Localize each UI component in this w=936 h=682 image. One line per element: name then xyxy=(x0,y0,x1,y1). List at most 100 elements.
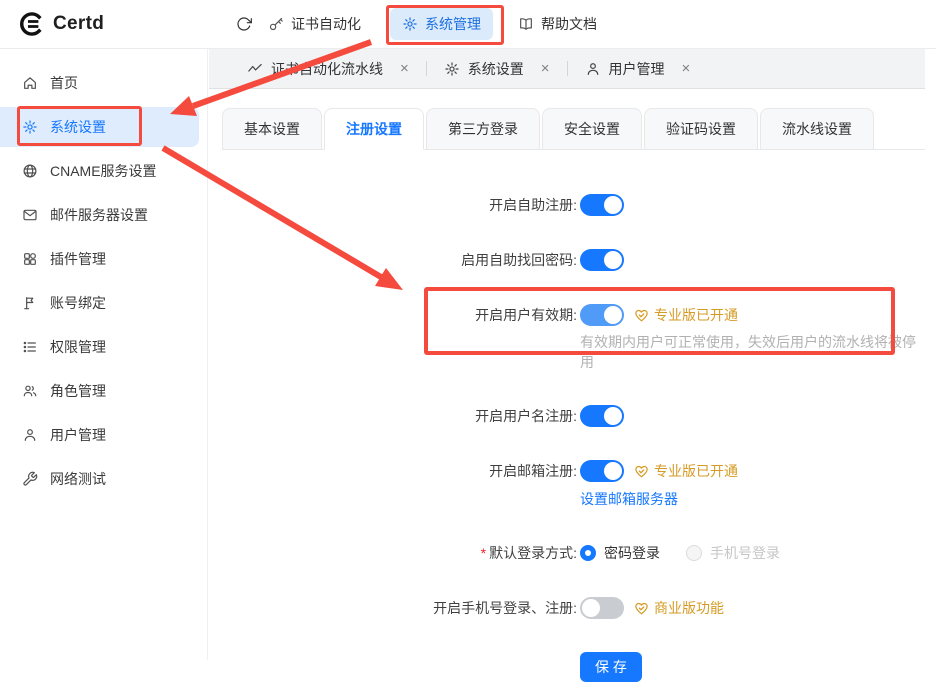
sidebar-item-label: 权限管理 xyxy=(50,337,106,357)
sidebar-item-8[interactable]: 用户管理 xyxy=(0,415,199,455)
form-row-2: 开启用户有效期:专业版已开通有效期内用户可正常使用，失效后用户的流水线将被停用 xyxy=(222,304,925,372)
save-button[interactable]: 保 存 xyxy=(580,652,642,682)
vip-badge-label: 商业版功能 xyxy=(654,598,724,618)
required-asterisk: * xyxy=(481,545,486,561)
sidebar-item-0[interactable]: 首页 xyxy=(0,63,199,103)
tab-0[interactable]: 基本设置 xyxy=(222,108,322,149)
gear-icon xyxy=(402,16,418,32)
page-tab-label: 系统设置 xyxy=(468,59,524,79)
form-control xyxy=(580,194,624,216)
radio-option-0[interactable]: 密码登录 xyxy=(580,543,660,563)
vip-badge-label: 专业版已开通 xyxy=(654,461,738,481)
heart-icon xyxy=(634,601,649,616)
page-tabstrip: 证书自动化流水线 × 系统设置 × 用户管理 × xyxy=(209,49,925,89)
nav-item-pipelines[interactable]: 证书自动化 xyxy=(268,0,361,48)
tab-1[interactable]: 注册设置 xyxy=(324,108,424,150)
form-label-text: 开启用户有效期: xyxy=(475,307,577,323)
radio-group: 密码登录 手机号登录 xyxy=(580,543,780,563)
form-control: 密码登录 手机号登录 xyxy=(580,542,780,564)
form-label-text: 开启用户名注册: xyxy=(475,408,577,424)
toggle-switch-2[interactable] xyxy=(580,304,624,326)
sidebar-item-3[interactable]: 邮件服务器设置 xyxy=(0,195,199,235)
switch-knob xyxy=(604,196,622,214)
heart-icon xyxy=(634,308,649,323)
form-label: 开启手机号登录、注册: xyxy=(222,597,577,619)
sidebar-item-7[interactable]: 角色管理 xyxy=(0,371,199,411)
home-icon xyxy=(22,75,38,91)
page-tab-label: 用户管理 xyxy=(609,59,665,79)
toggle-switch-6[interactable] xyxy=(580,597,624,619)
sidebar-item-9[interactable]: 网络测试 xyxy=(0,459,199,499)
nav-item-system-manage[interactable]: 系统管理 xyxy=(390,8,493,40)
nav-item-help-docs[interactable]: 帮助文档 xyxy=(518,0,597,48)
radio-option-1[interactable]: 手机号登录 xyxy=(686,543,780,563)
tab-3[interactable]: 安全设置 xyxy=(542,108,642,149)
nav-item-label: 帮助文档 xyxy=(541,14,597,34)
sidebar-item-label: 插件管理 xyxy=(50,249,106,269)
form-label-text: 启用自助找回密码: xyxy=(461,252,577,268)
toggle-switch-1[interactable] xyxy=(580,249,624,271)
form-label-text: 开启邮箱注册: xyxy=(489,463,577,479)
close-icon[interactable]: × xyxy=(682,61,691,76)
settings-tabbar: 基本设置注册设置第三方登录安全设置验证码设置流水线设置 xyxy=(222,108,925,150)
form-label: 开启用户名注册: xyxy=(222,405,577,427)
main-content: 基本设置注册设置第三方登录安全设置验证码设置流水线设置 开启自助注册: 启用自助找… xyxy=(209,90,936,660)
sidebar-item-6[interactable]: 权限管理 xyxy=(0,327,199,367)
form-label: 开启自助注册: xyxy=(222,194,577,216)
book-icon xyxy=(518,16,534,32)
vip-badge: 专业版已开通 xyxy=(634,461,738,481)
sidebar-item-5[interactable]: 账号绑定 xyxy=(0,283,199,323)
gear-icon xyxy=(22,119,38,135)
form-control: 专业版已开通设置邮箱服务器 xyxy=(580,460,738,509)
radio-icon[interactable] xyxy=(686,545,702,561)
close-icon[interactable]: × xyxy=(400,61,409,76)
switch-knob xyxy=(604,462,622,480)
page-tab-2[interactable]: 用户管理 × xyxy=(585,59,691,79)
sidebar-item-label: 邮件服务器设置 xyxy=(50,205,148,225)
user-icon xyxy=(22,427,38,443)
nav-item-label: 证书自动化 xyxy=(291,14,361,34)
sidebar-item-label: 角色管理 xyxy=(50,381,106,401)
switch-knob xyxy=(582,599,600,617)
toggle-switch-4[interactable] xyxy=(580,460,624,482)
form-label-text: 默认登录方式: xyxy=(489,545,577,561)
switch-knob xyxy=(604,306,622,324)
tab-5[interactable]: 流水线设置 xyxy=(760,108,874,149)
mail-server-link[interactable]: 设置邮箱服务器 xyxy=(580,489,678,509)
tab-divider xyxy=(426,61,427,76)
sidebar-menu: 首页系统设置 CNAME服务设置邮件服务器设置插件管理账号绑定权限管理角色管理用户… xyxy=(0,49,208,660)
radio-label: 手机号登录 xyxy=(710,543,780,563)
close-icon[interactable]: × xyxy=(541,61,550,76)
switch-knob xyxy=(604,251,622,269)
app-title: Certd xyxy=(53,13,104,35)
sidebar-item-label: 网络测试 xyxy=(50,469,106,489)
tab-4[interactable]: 验证码设置 xyxy=(644,108,758,149)
save-row: 保 存 xyxy=(222,652,925,682)
form-control: 专业版已开通有效期内用户可正常使用，失效后用户的流水线将被停用 xyxy=(580,304,925,372)
switch-knob xyxy=(604,407,622,425)
form-row-4: 开启邮箱注册:专业版已开通设置邮箱服务器 xyxy=(222,460,925,509)
sidebar-item-1[interactable]: 系统设置 xyxy=(0,107,199,147)
tab-2[interactable]: 第三方登录 xyxy=(426,108,540,149)
vip-badge-label: 专业版已开通 xyxy=(654,305,738,325)
refresh-icon[interactable] xyxy=(236,0,252,48)
toggle-switch-3[interactable] xyxy=(580,405,624,427)
nav-item-label: 系统管理 xyxy=(425,14,481,34)
page-tab-1[interactable]: 系统设置 × xyxy=(444,59,550,79)
radio-selected-icon[interactable] xyxy=(580,545,596,561)
page-tab-0[interactable]: 证书自动化流水线 × xyxy=(247,59,409,79)
user-icon xyxy=(585,61,601,77)
form-control: 商业版功能 xyxy=(580,597,724,619)
sidebar-item-label: 系统设置 xyxy=(50,117,106,137)
certd-logo-icon xyxy=(18,11,44,37)
form-row-3: 开启用户名注册: xyxy=(222,405,925,427)
app-logo[interactable]: Certd xyxy=(18,0,104,48)
sidebar-item-2[interactable]: CNAME服务设置 xyxy=(0,151,199,191)
form-label: 开启邮箱注册: xyxy=(222,460,577,509)
page-tab-label: 证书自动化流水线 xyxy=(271,59,383,79)
tab-divider xyxy=(567,61,568,76)
gear-icon xyxy=(444,61,460,77)
form-row-1: 启用自助找回密码: xyxy=(222,249,925,271)
toggle-switch-0[interactable] xyxy=(580,194,624,216)
sidebar-item-4[interactable]: 插件管理 xyxy=(0,239,199,279)
